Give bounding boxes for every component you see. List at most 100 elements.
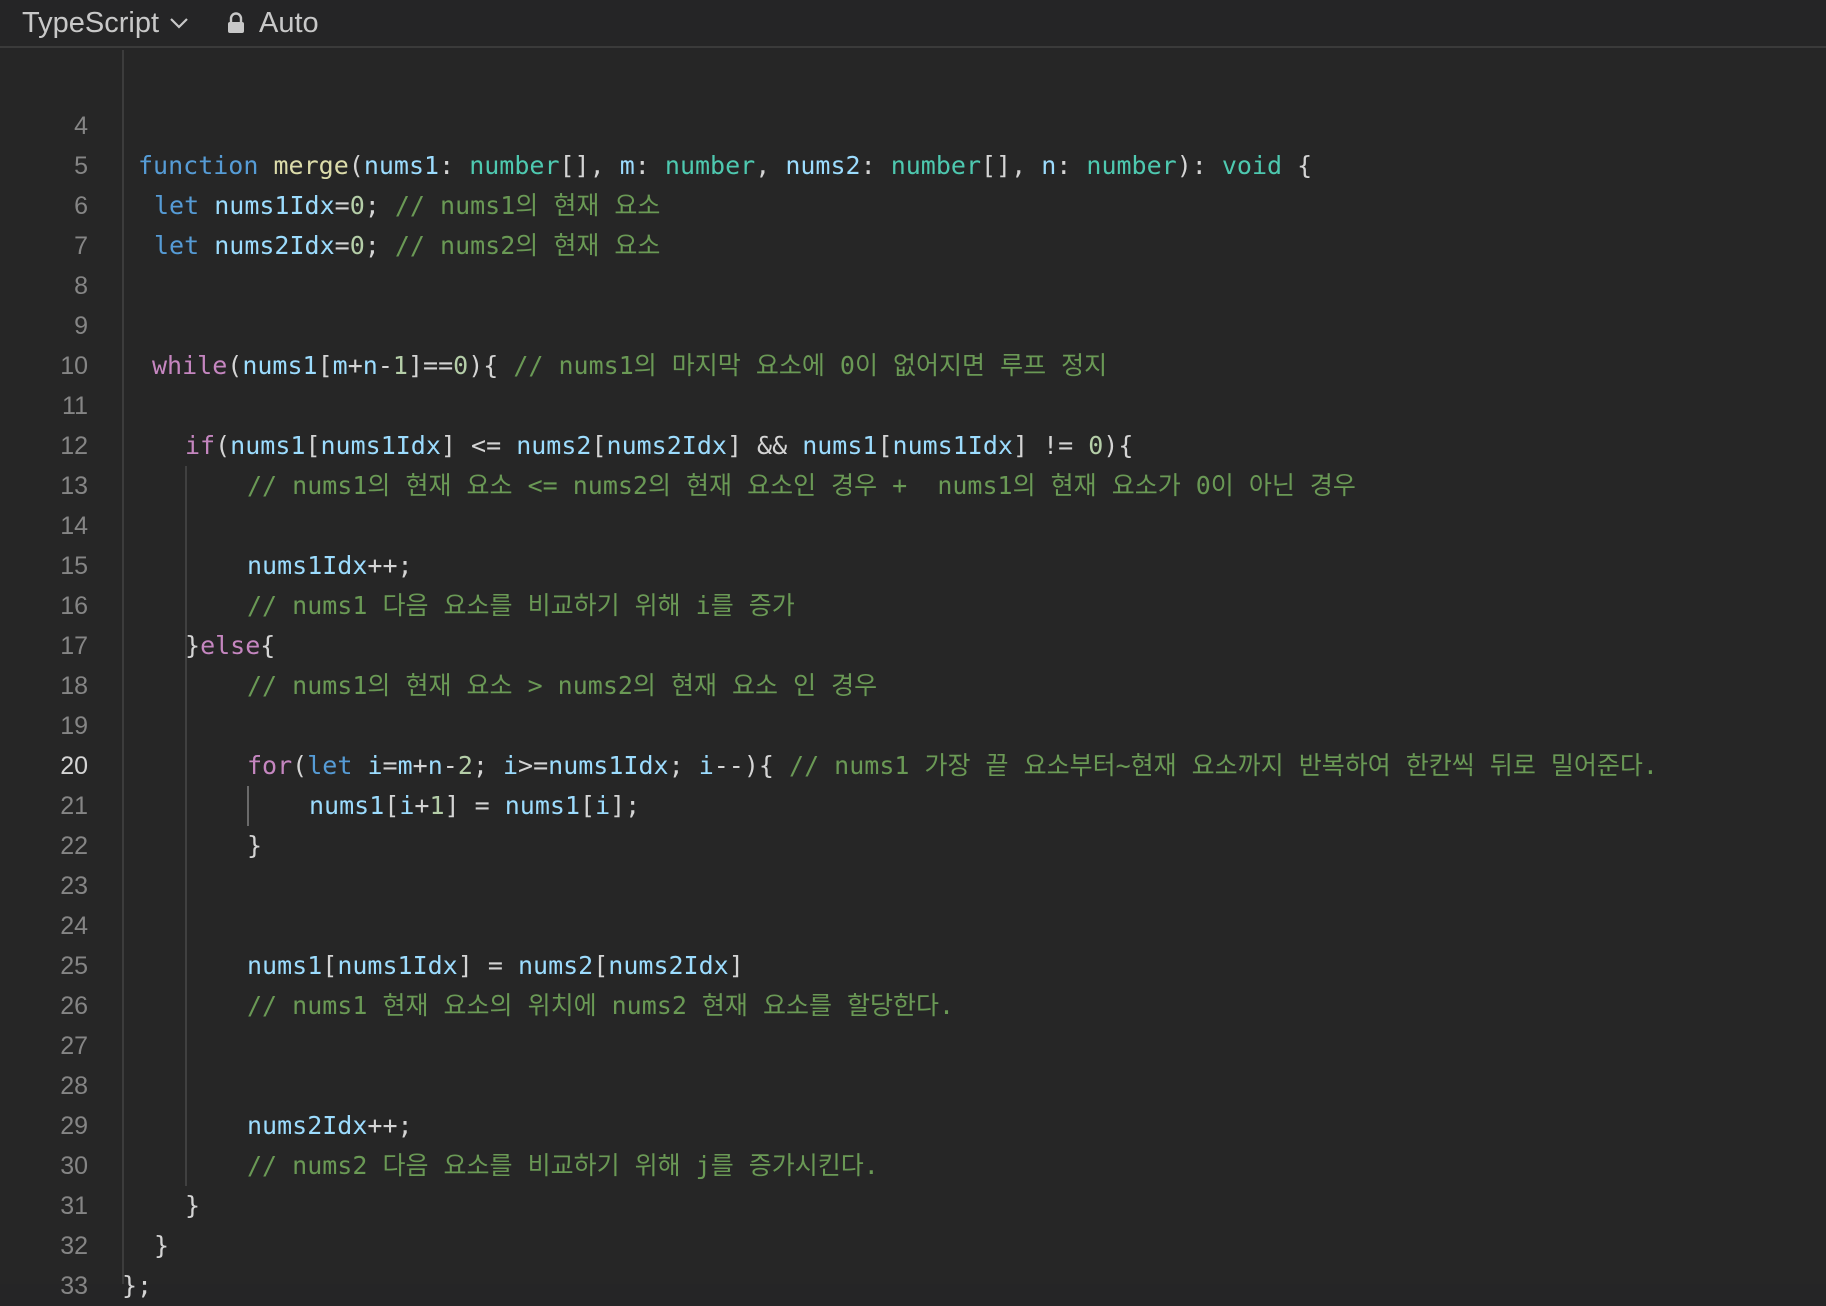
code-token: = [382,751,398,780]
code-token: { [260,631,276,660]
code-token: ; [364,231,395,260]
code-token: [ [591,431,607,460]
indent-guide [247,786,249,826]
code-line[interactable]: 7 let nums2Idx=0; // nums2의 현재 요소 [0,226,1826,266]
code-line[interactable]: 4 [0,106,1826,146]
code-token: nums1 [242,351,318,380]
code-line[interactable]: 31} [0,1186,1826,1226]
line-code: } [154,1226,169,1266]
line-code: // nums2 다음 요소를 비교하기 위해 j를 증가시킨다. [247,1146,879,1186]
code-line[interactable]: 5 function merge(nums1: number[], m: numb… [0,146,1826,186]
code-token: - [377,351,393,380]
code-token: [], [981,151,1042,180]
code-line[interactable]: 19 [0,706,1826,746]
code-token: i [399,791,415,820]
code-line[interactable]: 29 nums2Idx++; [0,1106,1826,1146]
code-line[interactable]: 33}; [0,1266,1826,1306]
code-token: } [185,1191,201,1220]
code-token: + [347,351,363,380]
code-token: nums1 [247,951,323,980]
code-token: [ [317,351,333,380]
code-token: ] = [444,791,505,820]
line-number: 24 [60,912,88,940]
code-line[interactable]: 32} [0,1226,1826,1266]
code-token: } [154,1231,170,1260]
line-number: 10 [60,352,88,380]
code-line[interactable]: 17}else{ [0,626,1826,666]
code-token: ++; [367,551,413,580]
code-line[interactable]: 9 [0,306,1826,346]
line-number: 26 [60,992,88,1020]
code-token: ] [728,951,744,980]
line-number: 20 [60,752,88,780]
code-line[interactable]: 10 while(nums1[m+n-1]==0){ // nums1의 마지막 … [0,346,1826,386]
line-number: 32 [60,1232,88,1260]
line-number: 21 [60,792,88,820]
code-token: if [185,431,216,460]
code-line[interactable]: 13 // nums1의 현재 요소 <= nums2의 현재 요소인 경우 + … [0,466,1826,506]
code-line[interactable]: 25 nums1[nums1Idx] = nums2[nums2Idx] [0,946,1826,986]
code-token: + [414,791,430,820]
line-code: // nums1 다음 요소를 비교하기 위해 i를 증가 [247,586,795,626]
line-number: 17 [60,632,88,660]
code-editor[interactable]: 4 5 function merge(nums1: number[], m: num… [0,50,1826,1300]
code-token: 0 [349,231,365,260]
code-token: nums1 [802,431,878,460]
language-label: TypeScript [22,6,159,39]
code-token: ; [668,751,699,780]
code-line[interactable]: 15 nums1Idx++; [0,546,1826,586]
line-code: // nums1의 현재 요소 <= nums2의 현재 요소인 경우 + nu… [247,466,1356,506]
code-line[interactable]: 30 // nums2 다음 요소를 비교하기 위해 j를 증가시킨다. [0,1146,1826,1186]
line-number: 13 [60,472,88,500]
code-token: i [502,751,519,780]
code-line[interactable]: 24 [0,906,1826,946]
line-number: 31 [60,1192,88,1220]
code-line[interactable]: 11 [0,386,1826,426]
code-token: ( [227,351,243,380]
code-line[interactable]: 20 for(let i=m+n-2; i>=nums1Idx; i--){ //… [0,746,1826,786]
code-line[interactable]: 8 [0,266,1826,306]
line-number: 8 [74,272,88,300]
code-line[interactable]: 27 [0,1026,1826,1066]
code-token: nums1 [230,431,306,460]
code-token: [ [593,951,609,980]
code-token: nums2Idx [247,1111,368,1140]
code-line[interactable]: 14 [0,506,1826,546]
code-line[interactable]: 23 [0,866,1826,906]
code-line[interactable]: 6 let nums1Idx=0; // nums1의 현재 요소 [0,186,1826,226]
language-selector[interactable]: TypeScript [22,7,189,40]
code-line[interactable]: 18 // nums1의 현재 요소 > nums2의 현재 요소 인 경우 [0,666,1826,706]
code-token: [ [877,431,893,460]
code-token: ( [348,151,364,180]
code-token: nums1Idx [548,751,669,780]
code-line[interactable]: 26 // nums1 현재 요소의 위치에 nums2 현재 요소를 할당한다. [0,986,1826,1026]
code-token: [ [384,791,400,820]
code-token: ] != [1012,431,1089,460]
code-line[interactable]: 16 // nums1 다음 요소를 비교하기 위해 i를 증가 [0,586,1826,626]
code-line[interactable]: 12 if(nums1[nums1Idx] <= nums2[nums2Idx] … [0,426,1826,466]
line-number: 4 [74,112,88,140]
code-token: merge [273,151,349,180]
code-token: : [1056,151,1087,180]
code-token: ]== [407,351,454,380]
code-token: ; [364,191,395,220]
code-line[interactable]: 22} [0,826,1826,866]
code-line[interactable]: 28 [0,1066,1826,1106]
code-token: = [334,231,350,260]
code-token: m [332,351,348,380]
code-token: // nums1 가장 끝 요소부터~현재 요소까지 반복하여 한칸씩 뒤로 밀… [789,751,1658,780]
code-token: // nums2 다음 요소를 비교하기 위해 j를 증가시킨다. [247,1151,879,1180]
indent-guide [185,466,187,1186]
code-token: : [634,151,665,180]
code-token: else [200,631,261,660]
line-number: 30 [60,1152,88,1180]
code-token: - [442,751,458,780]
code-token: } [185,631,201,660]
code-token: >= [518,751,549,780]
code-token: ] <= [440,431,517,460]
code-line[interactable]: 21 nums1[i+1] = nums1[i]; [0,786,1826,826]
code-token: nums1 [504,791,580,820]
